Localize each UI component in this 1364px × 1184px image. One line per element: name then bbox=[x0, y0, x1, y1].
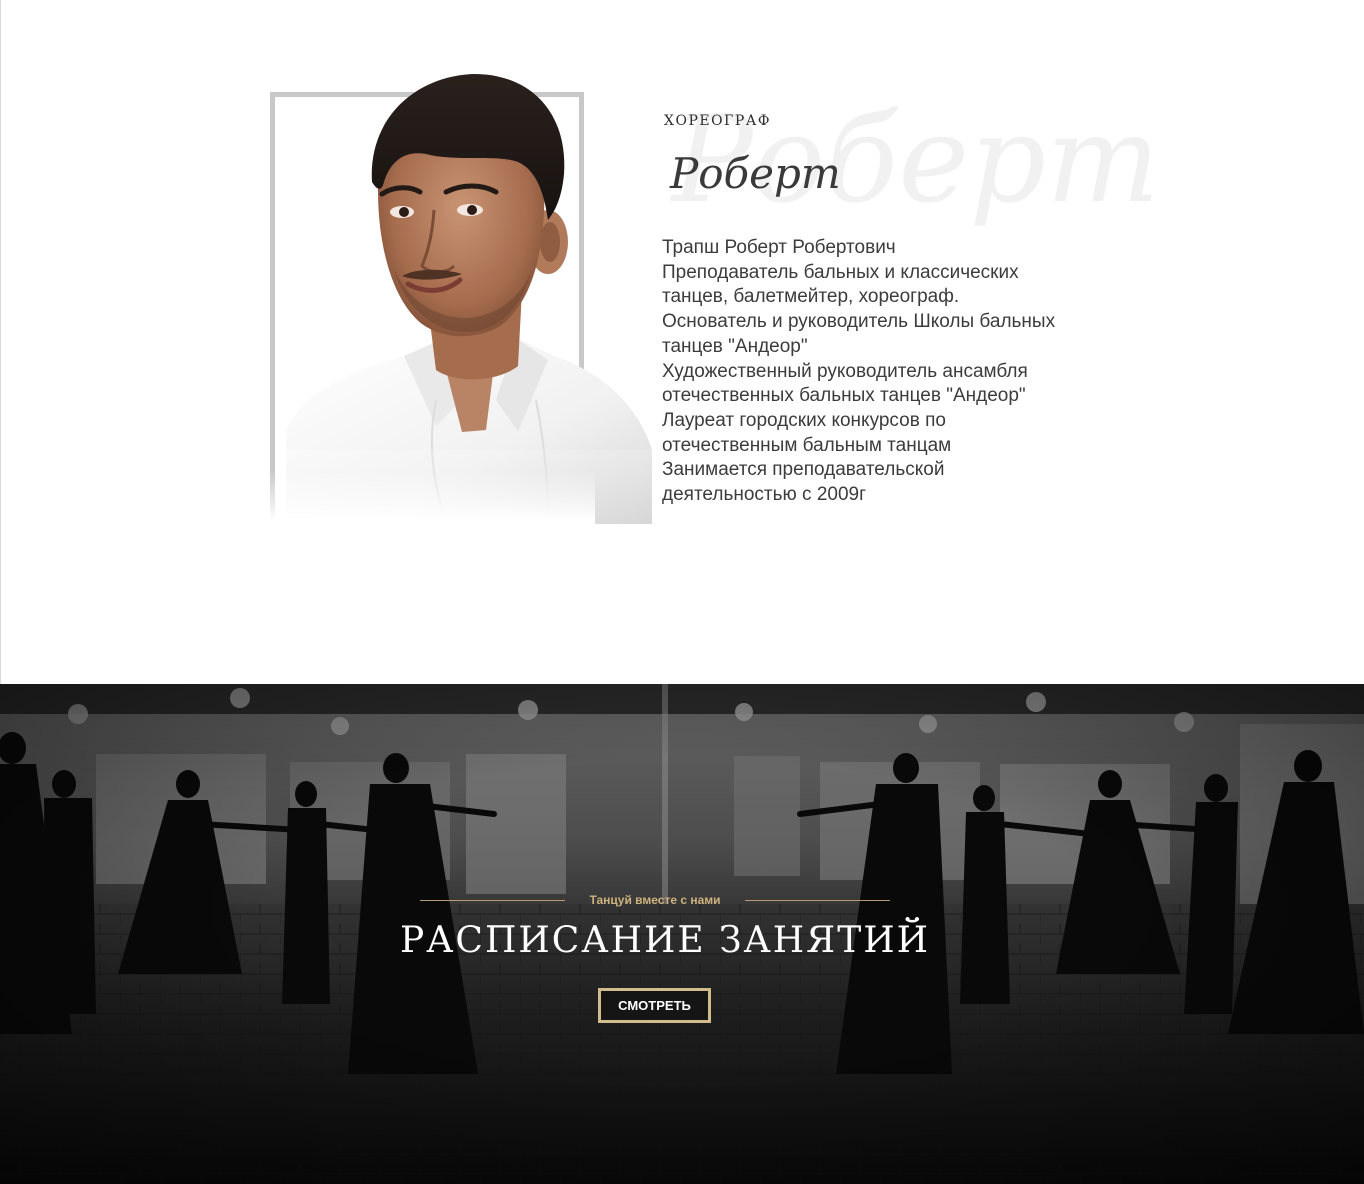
bio-line: Основатель и руководитель Школы бальных bbox=[662, 311, 1056, 333]
bio-line: танцев "Андеор" bbox=[662, 335, 808, 357]
bio-line: отечественным бальным танцам bbox=[662, 434, 952, 456]
choreographer-profile: Роберт ХОРЕОГРАФ Роберт Трапш Роберт Роб… bbox=[0, 0, 1364, 684]
tagline-divider-right bbox=[744, 899, 891, 901]
choreographer-photo bbox=[286, 70, 652, 524]
choreographer-name: Роберт bbox=[670, 149, 841, 198]
tagline-row: Танцуй вместе с нами bbox=[420, 890, 891, 910]
bio-line: Преподаватель бальных и классических bbox=[662, 261, 1019, 283]
banner-content: Танцуй вместе с нами РАСПИСАНИЕ ЗАНЯТИЙ … bbox=[0, 684, 1364, 1184]
role-label: ХОРЕОГРАФ bbox=[664, 113, 771, 129]
view-schedule-button[interactable]: СМОТРЕТЬ bbox=[598, 988, 711, 1023]
bio-text: Трапш Роберт Робертович Преподаватель ба… bbox=[662, 236, 1056, 508]
banner-title: РАСПИСАНИЕ ЗАНЯТИЙ bbox=[399, 920, 931, 961]
schedule-banner: Танцуй вместе с нами РАСПИСАНИЕ ЗАНЯТИЙ … bbox=[0, 684, 1364, 1184]
bio-line: Трапш Роберт Робертович bbox=[662, 237, 896, 258]
bio-line: Лауреат городских конкурсов по bbox=[662, 409, 946, 431]
bio-line: Занимается преподавательской bbox=[662, 459, 945, 481]
photo-fade bbox=[265, 470, 595, 530]
banner-tagline: Танцуй вместе с нами bbox=[589, 893, 721, 907]
bio-line: танцев, балетмейтер, хореограф. bbox=[662, 286, 960, 308]
tagline-divider-left bbox=[420, 899, 566, 901]
bio-line: отечественных бальных танцев "Андеор" bbox=[662, 385, 1026, 407]
bio-line: Художественный руководитель ансамбля bbox=[662, 360, 1028, 382]
bio-line: деятельностью с 2009г bbox=[662, 484, 867, 506]
